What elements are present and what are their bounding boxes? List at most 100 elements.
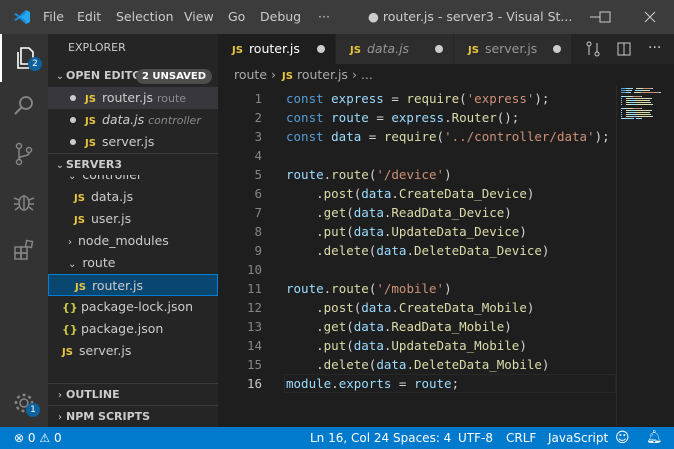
code-line[interactable]: const express = require('express'); <box>286 89 549 108</box>
line-number: 16 <box>246 376 262 391</box>
js-file-icon: JS <box>62 347 73 358</box>
line-number: 9 <box>254 243 262 258</box>
menu-go[interactable]: Go <box>228 9 245 24</box>
search-activity[interactable] <box>0 82 48 130</box>
code-token: DeleteData_Device <box>413 243 542 258</box>
tab-router[interactable]: JS router.js <box>218 34 336 64</box>
breadcrumb: route › JS router.js ›... <box>218 64 674 86</box>
open-editors-header[interactable]: ⌄ OPEN EDITO... 2 UNSAVED <box>48 65 218 87</box>
code-editor[interactable]: 1 const express = require('express'); 2 con… <box>218 86 674 427</box>
eol-status[interactable]: CRLF <box>506 427 536 449</box>
maximize-icon[interactable] <box>596 8 614 26</box>
code-token: = <box>383 91 407 106</box>
open-editor-router[interactable]: JS router.js route <box>48 87 218 109</box>
indentation-status[interactable]: Spaces: 4 <box>393 427 451 449</box>
npm-scripts-header[interactable]: › NPM SCRIPTS <box>48 405 218 427</box>
tree-folder-controller[interactable]: ⌄ controller <box>48 175 218 186</box>
code-token: . <box>286 300 324 315</box>
window-title: ● router.js - server3 - Visual St... <box>368 9 573 24</box>
tab-data[interactable]: JS data.js <box>336 34 454 64</box>
code-line[interactable]: .get(data.ReadData_Device) <box>286 203 512 222</box>
notifications-bell-icon[interactable]: 🔔︎ <box>646 427 663 449</box>
code-token: '/device' <box>376 167 445 182</box>
open-changes-icon[interactable] <box>585 41 601 57</box>
code-line[interactable]: const route = express.Router(); <box>286 108 519 127</box>
cursor-position[interactable]: Ln 16, Col 24 <box>310 427 389 449</box>
tree-file-package[interactable]: {} package.json <box>48 318 218 340</box>
tree-folder-route[interactable]: ⌄ route <box>48 252 218 274</box>
minimap[interactable] <box>616 86 674 427</box>
explorer-activity[interactable]: 2 <box>0 34 48 82</box>
tree-file-router[interactable]: JS router.js <box>48 274 218 296</box>
encoding-status[interactable]: UTF-8 <box>458 427 493 449</box>
code-line[interactable]: .put(data.UpdateData_Device) <box>286 222 527 241</box>
menu-debug[interactable]: Debug <box>260 9 301 24</box>
close-icon[interactable] <box>641 8 659 26</box>
outline-header[interactable]: › OUTLINE <box>48 383 218 405</box>
breadcrumb-file[interactable]: router.js <box>297 67 348 82</box>
code-line[interactable]: const data = require('../controller/data… <box>286 127 610 146</box>
tree-folder-node-modules[interactable]: › node_modules <box>48 230 218 252</box>
tree-file-server[interactable]: JS server.js <box>48 340 218 362</box>
code-token: . <box>391 300 399 315</box>
code-token: ReadData_Mobile <box>391 319 505 334</box>
code-line[interactable]: .put(data.UpdateData_Mobile) <box>286 336 527 355</box>
code-token: ( <box>459 91 467 106</box>
menu-view[interactable]: View <box>184 9 214 24</box>
menu-selection[interactable]: Selection <box>116 9 174 24</box>
split-editor-icon[interactable] <box>616 41 632 57</box>
tree-file-package-lock[interactable]: {} package-lock.json <box>48 296 218 318</box>
manage-activity[interactable]: 1 <box>0 379 48 427</box>
code-line[interactable]: .post(data.CreateData_Mobile) <box>286 298 534 317</box>
minimap-stroke <box>635 102 650 103</box>
line-number: 13 <box>246 319 262 334</box>
code-token: . <box>391 186 399 201</box>
js-file-icon: JS <box>350 45 361 56</box>
code-token: route <box>331 281 369 296</box>
code-line[interactable]: route.route('/device') <box>286 165 452 184</box>
unsaved-dot-icon[interactable] <box>553 45 561 53</box>
source-control-activity[interactable] <box>0 130 48 178</box>
language-status[interactable]: JavaScript <box>548 427 608 449</box>
code-token: ; <box>451 376 460 391</box>
code-token: post <box>323 300 354 315</box>
menu-edit[interactable]: Edit <box>77 9 101 24</box>
code-line[interactable]: module.exports = route; <box>286 374 459 393</box>
breadcrumb-symbol[interactable]: ... <box>361 67 373 82</box>
menu-file[interactable]: File <box>43 9 64 24</box>
extensions-activity[interactable] <box>0 226 48 274</box>
code-token: put <box>323 338 347 353</box>
js-file-icon: JS <box>232 45 243 56</box>
tree-file-data[interactable]: JS data.js <box>48 186 218 208</box>
minimap-stroke <box>641 118 642 119</box>
status-bar: ⊗ 0 ⚠ 0 Ln 16, Col 24 Spaces: 4 UTF-8 CR… <box>0 427 674 449</box>
more-actions-icon[interactable]: ··· <box>648 34 661 62</box>
code-line[interactable]: .post(data.CreateData_Device) <box>286 184 534 203</box>
unsaved-dot-icon <box>70 139 76 145</box>
problems-indicator[interactable]: ⊗ 0 ⚠ 0 <box>14 427 62 449</box>
menu-more[interactable]: ··· <box>318 9 330 24</box>
feedback-smiley-icon[interactable]: ☺ <box>615 427 630 449</box>
search-icon <box>14 96 33 115</box>
minimap-stroke <box>650 102 651 103</box>
breadcrumb-folder[interactable]: route <box>234 67 267 82</box>
open-editor-server[interactable]: JS server.js <box>48 131 218 153</box>
minimap-stroke <box>652 104 653 105</box>
unsaved-dot-icon[interactable] <box>317 45 325 53</box>
code-line[interactable]: .get(data.ReadData_Mobile) <box>286 317 512 336</box>
minimap-stroke <box>650 114 651 115</box>
tab-server[interactable]: JS server.js <box>454 34 572 64</box>
code-token: ( <box>346 319 354 334</box>
debug-activity[interactable] <box>0 178 48 226</box>
tree-file-user[interactable]: JS user.js <box>48 208 218 230</box>
server3-header[interactable]: ⌄ SERVER3 <box>48 153 218 175</box>
open-editor-data[interactable]: JS data.js controller <box>48 109 218 131</box>
tree-item-label: server.js <box>79 343 132 358</box>
unsaved-dot-icon[interactable] <box>435 45 443 53</box>
code-line[interactable]: .delete(data.DeleteData_Device) <box>286 241 549 260</box>
line-number: 14 <box>246 338 262 353</box>
code-token: . <box>286 205 324 220</box>
code-line[interactable]: route.route('/mobile') <box>286 279 452 298</box>
code-line[interactable]: .delete(data.DeleteData_Mobile) <box>286 355 549 374</box>
minimap-stroke <box>636 110 651 111</box>
